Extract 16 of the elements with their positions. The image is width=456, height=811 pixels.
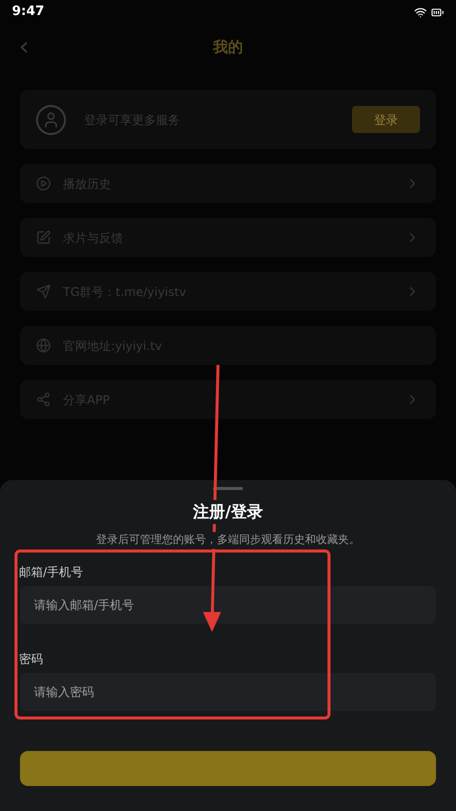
menu-icon [36,338,51,353]
login-button[interactable]: 登录 [352,106,420,133]
menu-icon [36,176,51,191]
menu-icon [36,230,51,245]
input-field[interactable]: 请输入邮箱/手机号 [20,586,436,624]
battery-icon [431,6,444,18]
field-label: 密码 [19,650,44,668]
back-button[interactable]: ‹ [12,34,36,60]
page-title: 我的 [213,36,243,58]
menu-icon [36,284,51,299]
input-field[interactable]: 请输入密码 [20,672,436,710]
wifi-icon [414,6,427,18]
avatar-icon [36,104,66,134]
menu-icon [36,392,51,407]
field-label: 邮箱/手机号 [19,564,84,580]
status-time: 9:47 [12,3,44,22]
